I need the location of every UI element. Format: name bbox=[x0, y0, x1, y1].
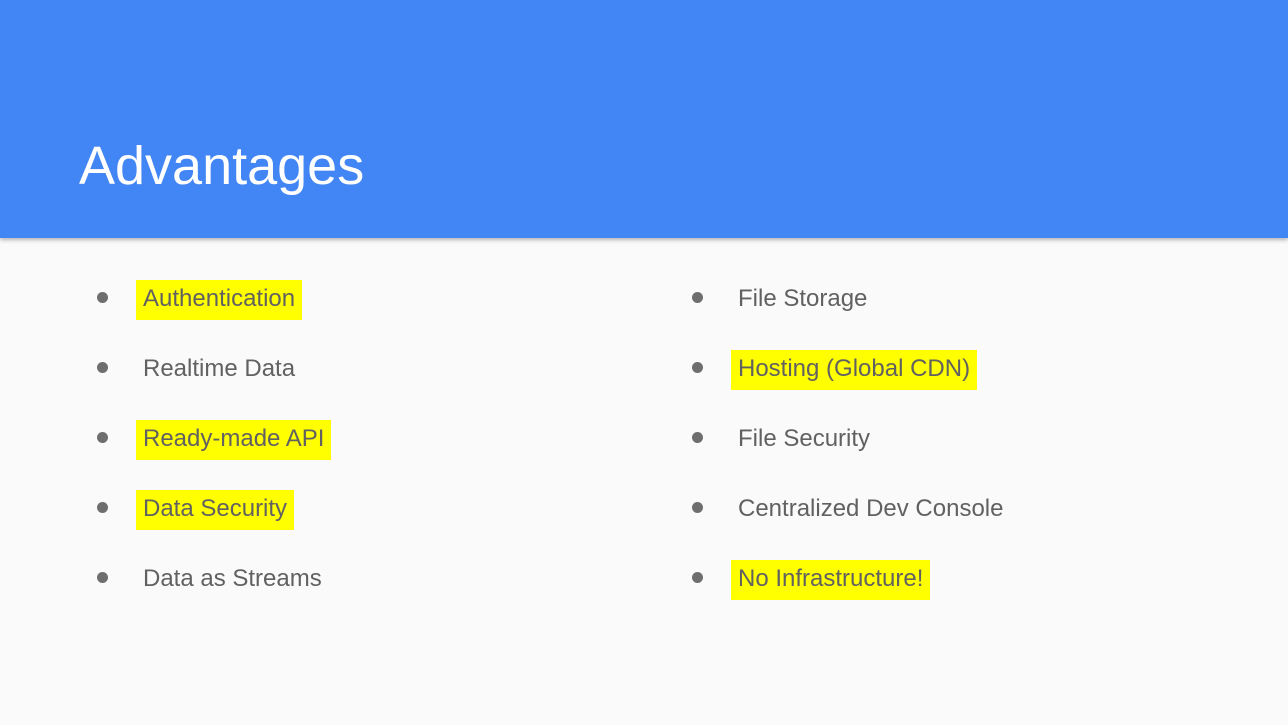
list-item-text: Data Security bbox=[136, 490, 295, 530]
list-item-text: No Infrastructure! bbox=[731, 560, 931, 600]
list-item: File Security bbox=[691, 418, 1251, 488]
bullet-icon bbox=[692, 292, 703, 303]
list-item: Hosting (Global CDN) bbox=[691, 348, 1251, 418]
list-item: Centralized Dev Console bbox=[691, 488, 1251, 558]
list-item-text: Realtime Data bbox=[143, 355, 296, 382]
bullet-icon bbox=[692, 432, 703, 443]
bullet-icon bbox=[97, 502, 108, 513]
list-item: Realtime Data bbox=[96, 348, 656, 418]
list-item: Ready-made API bbox=[96, 418, 656, 488]
slide: Advantages Authentication Realtime Data … bbox=[0, 0, 1288, 725]
slide-title: Advantages bbox=[79, 136, 365, 196]
list-item-text: Hosting (Global CDN) bbox=[731, 350, 978, 390]
bullet-icon bbox=[692, 502, 703, 513]
list-item-text: Authentication bbox=[136, 280, 303, 320]
bullet-list-left: Authentication Realtime Data Ready-made … bbox=[96, 278, 656, 628]
bullet-icon bbox=[692, 572, 703, 583]
bullet-icon bbox=[692, 362, 703, 373]
list-item-text: File Security bbox=[738, 425, 871, 452]
list-item: Authentication bbox=[96, 278, 656, 348]
bullet-list-right: File Storage Hosting (Global CDN) File S… bbox=[691, 278, 1251, 628]
list-item: File Storage bbox=[691, 278, 1251, 348]
list-item: No Infrastructure! bbox=[691, 558, 1251, 628]
list-item-text: Centralized Dev Console bbox=[738, 495, 1004, 522]
title-banner: Advantages bbox=[0, 0, 1288, 238]
bullet-icon bbox=[97, 292, 108, 303]
list-item-text: Ready-made API bbox=[136, 420, 332, 460]
list-item-text: File Storage bbox=[738, 285, 868, 312]
list-item: Data as Streams bbox=[96, 558, 656, 628]
list-item-text: Data as Streams bbox=[143, 565, 322, 592]
list-item: Data Security bbox=[96, 488, 656, 558]
bullet-icon bbox=[97, 432, 108, 443]
bullet-icon bbox=[97, 362, 108, 373]
bullet-icon bbox=[97, 572, 108, 583]
